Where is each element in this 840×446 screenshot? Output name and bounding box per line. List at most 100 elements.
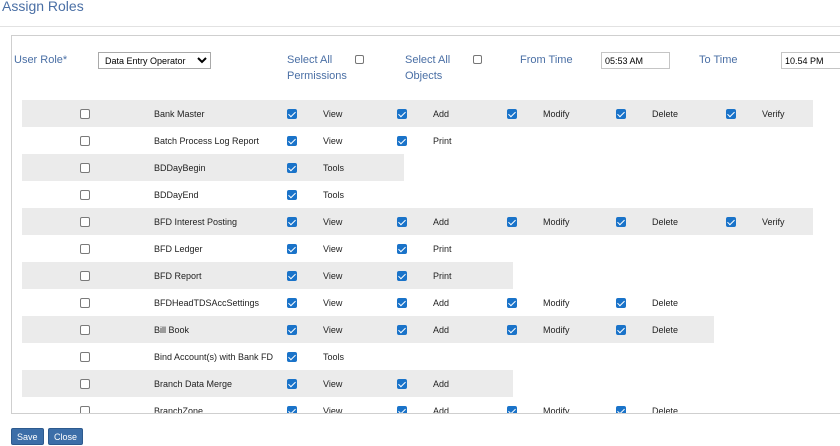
object-checkbox[interactable] bbox=[80, 298, 90, 308]
select-all-permissions-checkbox[interactable] bbox=[355, 55, 364, 64]
permission-checkbox-view[interactable] bbox=[287, 379, 297, 389]
permission-label-tools: Tools bbox=[323, 163, 345, 173]
permission-checkbox-add[interactable] bbox=[397, 298, 407, 308]
object-name: Bind Account(s) with Bank FD bbox=[154, 352, 274, 362]
table-row: Batch Process Log Report View Print bbox=[22, 127, 813, 154]
permission-label-view: View bbox=[323, 379, 343, 389]
table-row: Bank Master View Add Modify Delete Verify bbox=[22, 100, 813, 127]
permission-label-print: Print bbox=[433, 136, 452, 146]
close-button[interactable]: Close bbox=[48, 428, 84, 445]
permission-checkbox-modify[interactable] bbox=[507, 325, 517, 335]
permission-checkbox-modify[interactable] bbox=[507, 217, 517, 227]
permission-checkbox-tools[interactable] bbox=[287, 163, 297, 173]
permission-label-delete: Delete bbox=[652, 217, 679, 227]
object-checkbox[interactable] bbox=[80, 325, 90, 335]
object-name: BFD Report bbox=[154, 271, 202, 281]
permission-checkbox-view[interactable] bbox=[287, 244, 297, 254]
table-row: Branch Data Merge View Add bbox=[22, 370, 813, 397]
permission-checkbox-delete[interactable] bbox=[616, 109, 626, 119]
permission-label-modify: Modify bbox=[543, 325, 570, 335]
table-row: BFD Interest Posting View Add Modify Delete V… bbox=[22, 208, 813, 235]
select-all-permissions-label-line2: Permissions bbox=[287, 70, 347, 82]
table-row: BDDayEnd Tools bbox=[22, 181, 813, 208]
object-checkbox[interactable] bbox=[80, 136, 90, 146]
from-time-label: From Time bbox=[520, 54, 573, 66]
object-checkbox[interactable] bbox=[80, 352, 90, 362]
permission-label-modify: Modify bbox=[543, 406, 570, 413]
object-checkbox[interactable] bbox=[80, 271, 90, 281]
object-checkbox[interactable] bbox=[80, 244, 90, 254]
permission-label-verify: Verify bbox=[762, 217, 785, 227]
permission-checkbox-delete[interactable] bbox=[616, 217, 626, 227]
permission-checkbox-add[interactable] bbox=[397, 379, 407, 389]
object-checkbox[interactable] bbox=[80, 109, 90, 119]
permission-label-add: Add bbox=[433, 109, 450, 119]
permission-label-view: View bbox=[323, 271, 343, 281]
permission-checkbox-view[interactable] bbox=[287, 325, 297, 335]
permission-label-view: View bbox=[323, 109, 343, 119]
permission-checkbox-verify[interactable] bbox=[726, 109, 736, 119]
permission-checkbox-view[interactable] bbox=[287, 136, 297, 146]
permission-checkbox-add[interactable] bbox=[397, 406, 407, 413]
permission-checkbox-verify[interactable] bbox=[726, 217, 736, 227]
permission-checkbox-delete[interactable] bbox=[616, 298, 626, 308]
permission-label-add: Add bbox=[433, 325, 450, 335]
permission-checkbox-print[interactable] bbox=[397, 244, 407, 254]
permission-checkbox-view[interactable] bbox=[287, 217, 297, 227]
permission-checkbox-print[interactable] bbox=[397, 136, 407, 146]
permission-checkbox-view[interactable] bbox=[287, 298, 297, 308]
row-background bbox=[22, 397, 714, 413]
object-name: BFD Interest Posting bbox=[154, 217, 238, 227]
permission-checkbox-modify[interactable] bbox=[507, 298, 517, 308]
permission-checkbox-add[interactable] bbox=[397, 217, 407, 227]
permission-label-view: View bbox=[323, 298, 343, 308]
permission-label-view: View bbox=[323, 406, 343, 413]
permission-label-modify: Modify bbox=[543, 217, 570, 227]
permission-label-delete: Delete bbox=[652, 298, 679, 308]
object-checkbox[interactable] bbox=[80, 163, 90, 173]
to-time-label: To Time bbox=[699, 54, 738, 66]
permission-checkbox-delete[interactable] bbox=[616, 406, 626, 413]
permission-checkbox-modify[interactable] bbox=[507, 406, 517, 413]
object-name: BranchZone bbox=[154, 406, 204, 413]
user-role-select[interactable]: Data Entry Operator bbox=[98, 52, 211, 69]
object-checkbox[interactable] bbox=[80, 379, 90, 389]
table-row: BFDHeadTDSAccSettings View Add Modify Delete bbox=[22, 289, 813, 316]
permission-label-verify: Verify bbox=[762, 109, 785, 119]
permission-label-add: Add bbox=[433, 406, 450, 413]
permission-checkbox-view[interactable] bbox=[287, 109, 297, 119]
page-title: Assign Roles bbox=[2, 0, 84, 14]
permission-label-delete: Delete bbox=[652, 406, 679, 413]
object-name: Bank Master bbox=[154, 109, 205, 119]
save-button[interactable]: Save bbox=[11, 428, 44, 445]
permission-label-tools: Tools bbox=[323, 190, 345, 200]
permission-checkbox-add[interactable] bbox=[397, 325, 407, 335]
permissions-grid: Bank Master View Add Modify Delete Verify Batc… bbox=[22, 100, 813, 413]
permission-checkbox-modify[interactable] bbox=[507, 109, 517, 119]
row-background bbox=[22, 289, 714, 316]
permission-checkbox-tools[interactable] bbox=[287, 190, 297, 200]
permission-label-add: Add bbox=[433, 217, 450, 227]
table-row: Bind Account(s) with Bank FD Tools bbox=[22, 343, 813, 370]
permission-checkbox-add[interactable] bbox=[397, 109, 407, 119]
from-time-input[interactable] bbox=[601, 52, 670, 69]
object-checkbox[interactable] bbox=[80, 406, 90, 413]
permission-checkbox-delete[interactable] bbox=[616, 325, 626, 335]
permission-label-delete: Delete bbox=[652, 109, 679, 119]
permission-label-add: Add bbox=[433, 379, 450, 389]
permission-checkbox-view[interactable] bbox=[287, 406, 297, 413]
to-time-input[interactable] bbox=[781, 52, 840, 69]
permission-checkbox-tools[interactable] bbox=[287, 352, 297, 362]
permission-checkbox-print[interactable] bbox=[397, 271, 407, 281]
permission-label-add: Add bbox=[433, 298, 450, 308]
row-background bbox=[22, 316, 714, 343]
object-checkbox[interactable] bbox=[80, 190, 90, 200]
permission-checkbox-view[interactable] bbox=[287, 271, 297, 281]
table-row: Bill Book View Add Modify Delete bbox=[22, 316, 813, 343]
permission-label-print: Print bbox=[433, 271, 452, 281]
table-row: BFD Report View Print bbox=[22, 262, 813, 289]
select-all-objects-checkbox[interactable] bbox=[473, 55, 482, 64]
object-name: BFD Ledger bbox=[154, 244, 203, 254]
object-name: Batch Process Log Report bbox=[154, 136, 260, 146]
object-checkbox[interactable] bbox=[80, 217, 90, 227]
